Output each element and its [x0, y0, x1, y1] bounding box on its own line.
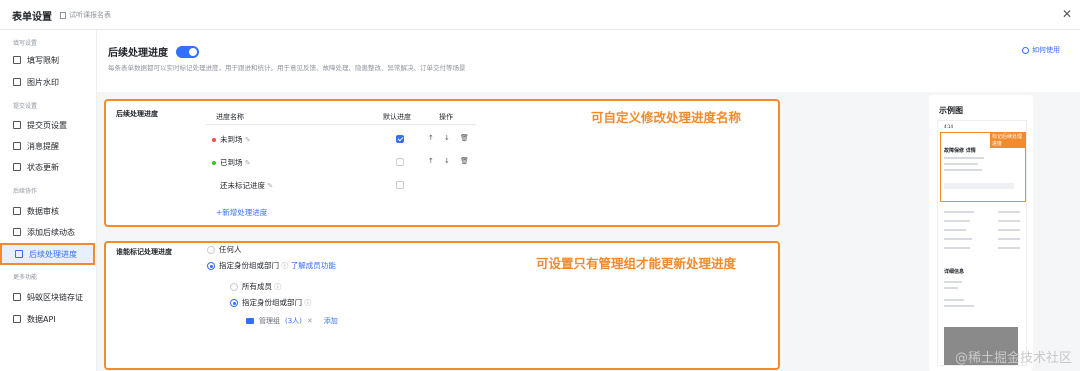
- group-tag: 管理组 (3人) ✕ 添加: [246, 316, 338, 326]
- enable-toggle[interactable]: [176, 45, 199, 58]
- progress-panel: 后续处理进度 进度名称 默认进度 操作 未到场 ✎ ↑ ↓ 🗑 已到场 ✎ ↑ …: [104, 99, 780, 227]
- default-checkbox[interactable]: [396, 135, 404, 143]
- status-icon: [13, 163, 21, 171]
- sidebar-section: 后续协作: [13, 188, 38, 195]
- progress-row: 已到场 ✎ ↑ ↓ 🗑: [206, 151, 476, 173]
- progress-label: 后续处理进度: [116, 110, 158, 118]
- main-area: 后续处理进度 每条表单数据都可以实时标记处理进度，用于跟进和统计。用于意见反馈、…: [97, 30, 1080, 371]
- preview-detail: 详细信息: [944, 269, 965, 275]
- radio-selected[interactable]: [207, 262, 215, 270]
- add-group-button[interactable]: 添加: [324, 316, 338, 326]
- move-down-icon[interactable]: ↓: [444, 134, 450, 142]
- add-progress-button[interactable]: +新增处理进度: [216, 207, 267, 218]
- folder-icon: [246, 318, 254, 324]
- progress-name[interactable]: 已到场: [220, 158, 243, 167]
- radio[interactable]: [230, 283, 238, 291]
- settings-header: 后续处理进度 每条表单数据都可以实时标记处理进度，用于跟进和统计。用于意见反馈、…: [97, 30, 1080, 92]
- chain-icon: [13, 293, 21, 301]
- preview-panel: 示例图 4:14 标记后续处理进度 故障保修 详情 详细信息: [929, 95, 1033, 371]
- annotation-permission: 可设置只有管理组才能更新处理进度: [536, 256, 737, 271]
- edit-icon[interactable]: ✎: [245, 159, 251, 167]
- sidebar-item-status[interactable]: 状态更新: [0, 157, 96, 177]
- sidebar-item-progress[interactable]: 后续处理进度: [0, 243, 95, 265]
- status-dot: [212, 161, 216, 165]
- section-title: 后续处理进度: [108, 48, 168, 59]
- link-icon: [13, 315, 21, 323]
- sidebar-item-fill-limit[interactable]: 填写限制: [0, 50, 96, 70]
- learn-link[interactable]: 了解成员功能: [291, 261, 336, 270]
- edit-icon[interactable]: ✎: [245, 136, 251, 144]
- pen-icon: [13, 56, 21, 64]
- phone-mock: 4:14 标记后续处理进度 故障保修 详情 详细信息: [937, 120, 1027, 366]
- help-icon: [1022, 46, 1029, 54]
- progress-row: 未到场 ✎ ↑ ↓ 🗑: [206, 128, 476, 150]
- form-icon: [60, 11, 66, 19]
- move-up-icon[interactable]: ↑: [428, 134, 434, 142]
- close-icon[interactable]: ✕: [1062, 7, 1072, 21]
- permission-panel: 谁能标记处理进度 任何人 指定身份组或部门 ⓘ 了解成员功能 所有成员 ⓘ 指定…: [104, 241, 780, 370]
- sub-option-all[interactable]: 所有成员 ⓘ: [230, 281, 281, 292]
- option-specific[interactable]: 指定身份组或部门 ⓘ 了解成员功能: [207, 260, 336, 271]
- sidebar-section: 更多功能: [13, 274, 38, 281]
- column-actions: 操作: [439, 113, 453, 121]
- info-icon: ⓘ: [274, 283, 282, 291]
- sidebar-section: 填写设置: [13, 40, 38, 47]
- user-icon: [13, 207, 21, 215]
- phone-time: 4:14: [944, 124, 953, 129]
- default-checkbox[interactable]: [396, 158, 404, 166]
- bell-icon: [13, 142, 21, 150]
- progress-icon: [15, 250, 23, 258]
- progress-name[interactable]: 还未标记进度: [220, 181, 265, 190]
- column-default: 默认进度: [383, 113, 411, 121]
- group-count: (3人): [285, 317, 302, 325]
- page-title: 表单设置: [12, 12, 52, 23]
- progress-name[interactable]: 未到场: [220, 135, 243, 144]
- radio-selected[interactable]: [230, 299, 238, 307]
- preview-badge: 标记后续处理进度: [990, 132, 1026, 148]
- preview-title: 示例图: [939, 106, 963, 115]
- sub-option-specific[interactable]: 指定身份组或部门 ⓘ: [230, 297, 311, 308]
- delete-icon[interactable]: 🗑: [460, 134, 469, 142]
- image-icon: [13, 78, 21, 86]
- sidebar-item-notify[interactable]: 消息提醒: [0, 136, 96, 156]
- sidebar-item-api[interactable]: 数据API: [0, 309, 96, 329]
- option-anyone[interactable]: 任何人: [207, 244, 242, 255]
- help-link[interactable]: 如何使用: [1022, 45, 1060, 55]
- delete-icon[interactable]: 🗑: [460, 157, 469, 165]
- info-icon: ⓘ: [304, 299, 312, 307]
- sidebar-section: 提交设置: [13, 103, 38, 110]
- watermark: @稀土掘金技术社区: [954, 351, 1072, 366]
- move-up-icon[interactable]: ↑: [428, 157, 434, 165]
- sidebar: 填写设置 填写限制 图片水印 提交设置 提交页设置 消息提醒 状态更新 后续协作…: [0, 30, 97, 371]
- default-checkbox[interactable]: [396, 181, 404, 189]
- sidebar-item-review[interactable]: 数据审核: [0, 201, 96, 221]
- status-dot: [212, 138, 216, 142]
- sidebar-item-blockchain[interactable]: 蚂蚁区块链存证: [0, 287, 96, 307]
- remove-icon[interactable]: ✕: [307, 317, 313, 325]
- form-name: 试听课报名表: [60, 10, 111, 20]
- info-icon: ⓘ: [281, 262, 289, 270]
- radio[interactable]: [207, 246, 215, 254]
- move-down-icon[interactable]: ↓: [444, 157, 450, 165]
- activity-icon: [13, 228, 21, 236]
- sidebar-item-activity[interactable]: 添加后续动态: [0, 222, 96, 242]
- edit-icon[interactable]: ✎: [267, 182, 273, 190]
- column-name: 进度名称: [216, 113, 244, 121]
- page-icon: [13, 121, 21, 129]
- preview-card-title: 故障保修 详情: [944, 148, 976, 154]
- top-bar: 表单设置 试听课报名表 ✕: [0, 0, 1080, 30]
- progress-row: 还未标记进度 ✎: [206, 174, 476, 196]
- annotation-progress: 可自定义修改处理进度名称: [591, 110, 742, 125]
- sidebar-item-submit-page[interactable]: 提交页设置: [0, 115, 96, 135]
- section-description: 每条表单数据都可以实时标记处理进度，用于跟进和统计。用于意见反馈、故障处理、隐患…: [108, 64, 466, 72]
- sidebar-item-watermark[interactable]: 图片水印: [0, 72, 96, 92]
- permission-label: 谁能标记处理进度: [116, 248, 172, 256]
- group-name: 管理组: [259, 317, 280, 325]
